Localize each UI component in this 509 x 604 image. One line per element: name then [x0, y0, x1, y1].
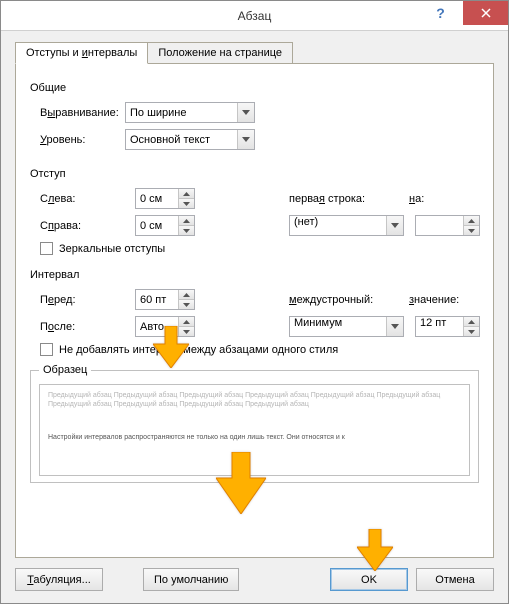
preview-legend: Образец: [39, 364, 91, 376]
at-spin[interactable]: 12 пт: [415, 316, 480, 337]
preview-group: Образец Предыдущий абзац Предыдущий абза…: [30, 364, 479, 483]
spin-up-icon[interactable]: [179, 216, 194, 226]
after-spin[interactable]: Авто: [135, 316, 195, 337]
tab-panel: Общие Выравнивание: По ширине Уровень: О…: [15, 63, 494, 558]
paragraph-dialog: Абзац ? Отступы и интервалы Положение на…: [0, 0, 509, 604]
no-space-same-style-checkbox[interactable]: [40, 343, 53, 356]
ok-button[interactable]: OK: [330, 568, 408, 591]
set-default-button[interactable]: По умолчанию: [143, 568, 239, 591]
chevron-down-icon: [237, 103, 254, 122]
close-button[interactable]: [463, 1, 508, 25]
spin-up-icon[interactable]: [179, 317, 194, 327]
before-label: Перед:: [30, 294, 125, 306]
tab-position-on-page[interactable]: Положение на странице: [147, 42, 293, 64]
cancel-button[interactable]: Отмена: [416, 568, 494, 591]
indent-right-spin[interactable]: 0 см: [135, 215, 195, 236]
help-button[interactable]: ?: [418, 1, 463, 25]
by-label: на:: [409, 193, 479, 205]
spin-down-icon[interactable]: [179, 199, 194, 208]
chevron-down-icon: [386, 317, 403, 336]
firstline-label: первая строка:: [289, 193, 409, 205]
firstline-by-spin[interactable]: [415, 215, 480, 236]
preview-gray-text: Предыдущий абзац Предыдущий абзац Предыд…: [48, 391, 461, 409]
section-spacing: Интервал: [30, 269, 479, 281]
spin-up-icon[interactable]: [179, 290, 194, 300]
spin-up-icon[interactable]: [464, 317, 479, 327]
preview-box: Предыдущий абзац Предыдущий абзац Предыд…: [39, 384, 470, 476]
alignment-label: Выравнивание:: [30, 107, 125, 119]
at-label: значение:: [409, 294, 479, 306]
indent-right-label: Справа:: [30, 220, 125, 232]
alignment-combo[interactable]: По ширине: [125, 102, 255, 123]
titlebar: Абзац ?: [1, 1, 508, 31]
no-space-same-style-label: Не добавлять интервал между абзацами одн…: [59, 344, 338, 356]
linespacing-combo[interactable]: Минимум: [289, 316, 404, 337]
section-indent: Отступ: [30, 168, 479, 180]
spin-up-icon[interactable]: [464, 216, 479, 226]
mirror-indents-checkbox[interactable]: [40, 242, 53, 255]
section-general: Общие: [30, 82, 479, 94]
linespacing-label: междустрочный:: [289, 294, 409, 306]
after-label: После:: [30, 321, 125, 333]
chevron-down-icon: [386, 216, 403, 235]
mirror-indents-label: Зеркальные отступы: [59, 243, 165, 255]
spin-down-icon[interactable]: [464, 226, 479, 235]
indent-left-label: Слева:: [30, 193, 125, 205]
outline-label: Уровень:: [30, 134, 125, 146]
spin-up-icon[interactable]: [179, 189, 194, 199]
spin-down-icon[interactable]: [179, 226, 194, 235]
spin-down-icon[interactable]: [464, 327, 479, 336]
outline-combo[interactable]: Основной текст: [125, 129, 255, 150]
chevron-down-icon: [237, 130, 254, 149]
spin-down-icon[interactable]: [179, 300, 194, 309]
indent-left-spin[interactable]: 0 см: [135, 188, 195, 209]
preview-dark-text: Настройки интервалов распространяются не…: [48, 433, 461, 442]
firstline-combo[interactable]: (нет): [289, 215, 404, 236]
tabs-button[interactable]: Табуляция...: [15, 568, 103, 591]
before-spin[interactable]: 60 пт: [135, 289, 195, 310]
tab-indents-spacing[interactable]: Отступы и интервалы: [15, 42, 148, 64]
spin-down-icon[interactable]: [179, 327, 194, 336]
